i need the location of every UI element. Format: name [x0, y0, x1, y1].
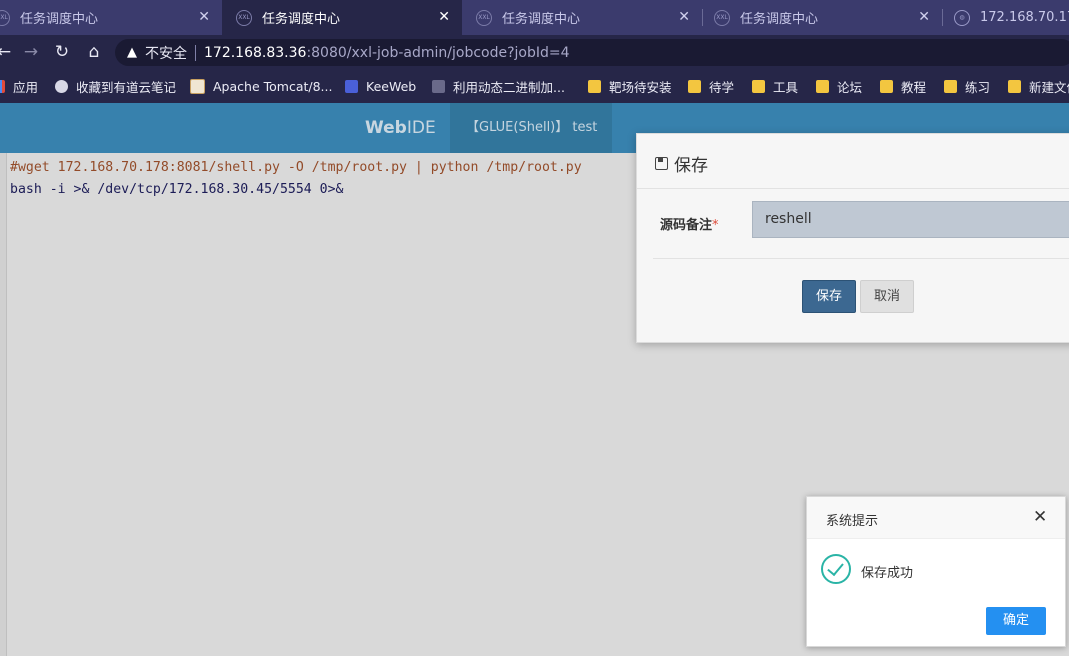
remark-input[interactable]: reshell	[752, 201, 1069, 238]
system-message-dialog: 系统提示 ✕ 保存成功 确定	[806, 496, 1066, 647]
browser-tab[interactable]: ◍ 172.168.70.178	[942, 0, 1069, 35]
home-icon[interactable]: ⌂	[82, 35, 106, 70]
globe-icon: ◍	[954, 9, 970, 26]
page-icon	[432, 80, 445, 93]
browser-tab[interactable]: XXL 任务调度中心 ✕	[462, 0, 702, 35]
dialog-title: 系统提示	[826, 514, 879, 529]
bookmark-folder[interactable]: 练习	[944, 70, 990, 103]
bookmark-label: 教程	[901, 80, 927, 95]
browser-tab-bar: XXL 任务调度中心 ✕ XXL 任务调度中心 ✕ XXL 任务调度中心 ✕ X…	[0, 0, 1069, 35]
warning-icon: ▲	[127, 45, 137, 60]
xxl-icon: XXL	[0, 9, 10, 26]
folder-icon	[588, 80, 601, 93]
back-arrow-icon[interactable]: ←	[0, 35, 16, 70]
browser-tab[interactable]: XXL 任务调度中心 ✕	[0, 0, 222, 35]
folder-icon	[816, 80, 829, 93]
bookmark-apps[interactable]: 应用	[0, 70, 38, 103]
save-icon	[655, 157, 668, 170]
save-button[interactable]: 保存	[802, 280, 856, 313]
bookmark-folder[interactable]: 新建文件	[1008, 70, 1069, 103]
tab-title: 任务调度中心	[262, 12, 341, 27]
address-bar[interactable]: ▲ 不安全 172.168.83.36 :8080/xxl-job-admin/…	[115, 39, 1069, 66]
divider	[637, 188, 1069, 189]
divider	[195, 44, 196, 61]
tab-close-icon[interactable]: ✕	[918, 9, 930, 25]
tomcat-icon	[190, 79, 205, 94]
tab-title: 任务调度中心	[20, 12, 99, 27]
bookmark-label: 工具	[773, 80, 799, 95]
folder-icon	[880, 80, 893, 93]
apps-icon	[0, 80, 5, 93]
bookmark-folder[interactable]: 靶场待安装	[588, 70, 672, 103]
bookmark-label: 应用	[13, 80, 39, 95]
close-icon[interactable]: ✕	[1033, 508, 1047, 526]
modal-title-text: 保存	[674, 156, 708, 176]
keeweb-icon	[345, 80, 358, 93]
confirm-button[interactable]: 确定	[986, 607, 1046, 635]
url-host: 172.168.83.36	[204, 44, 307, 61]
dialog-message: 保存成功	[861, 566, 914, 581]
security-label: 不安全	[145, 45, 187, 62]
bookmark-keeweb[interactable]: KeeWeb	[345, 70, 416, 103]
browser-toolbar: ← → ↻ ⌂ ▲ 不安全 172.168.83.36 :8080/xxl-jo…	[0, 35, 1069, 70]
tab-close-icon[interactable]: ✕	[198, 9, 210, 25]
bookmark-label: KeeWeb	[366, 79, 417, 94]
tab-title: 任务调度中心	[502, 12, 581, 27]
bookmark-folder[interactable]: 教程	[880, 70, 926, 103]
bookmark-label: 利用动态二进制加...	[453, 80, 565, 95]
bookmark-label: Apache Tomcat/8...	[213, 79, 333, 94]
browser-tab-active[interactable]: XXL 任务调度中心 ✕	[222, 0, 462, 35]
tab-title: 任务调度中心	[740, 12, 819, 27]
reload-icon[interactable]: ↻	[50, 35, 74, 70]
xxl-icon: XXL	[236, 9, 252, 26]
tab-title: 172.168.70.178	[980, 10, 1069, 25]
divider	[653, 258, 1069, 259]
folder-icon	[1008, 80, 1021, 93]
bookmark-tomcat[interactable]: Apache Tomcat/8...	[190, 70, 332, 103]
bookmarks-bar: 应用 收藏到有道云笔记 Apache Tomcat/8... KeeWeb 利用…	[0, 70, 1069, 103]
bookmark-folder[interactable]: 待学	[688, 70, 734, 103]
bookmark-folder[interactable]: 论坛	[816, 70, 862, 103]
folder-icon	[688, 80, 701, 93]
xxl-icon: XXL	[714, 9, 730, 26]
remark-label: 源码备注*	[660, 214, 719, 233]
bookmark-label: 收藏到有道云笔记	[76, 80, 177, 95]
bookmark-folder[interactable]: 工具	[752, 70, 798, 103]
modal-title: 保存	[655, 151, 708, 176]
forward-arrow-icon[interactable]: →	[19, 35, 43, 70]
bookmark-label: 靶场待安装	[609, 80, 672, 95]
save-modal: 保存 源码备注* reshell 保存 取消	[636, 133, 1069, 343]
bookmark-label: 练习	[965, 80, 991, 95]
folder-icon	[752, 80, 765, 93]
xxl-icon: XXL	[476, 9, 492, 26]
tab-close-icon[interactable]: ✕	[678, 9, 690, 25]
folder-icon	[944, 80, 957, 93]
bookmark-label: 新建文件	[1029, 80, 1069, 95]
remark-label-text: 源码备注	[660, 218, 713, 233]
success-check-icon	[821, 554, 851, 584]
browser-tab[interactable]: XXL 任务调度中心 ✕	[702, 0, 942, 35]
required-mark: *	[712, 218, 719, 233]
url-path: :8080/xxl-job-admin/jobcode?jobId=4	[306, 44, 570, 61]
bookmark-label: 论坛	[837, 80, 863, 95]
bookmark-page[interactable]: 利用动态二进制加...	[432, 70, 565, 103]
cancel-button[interactable]: 取消	[860, 280, 914, 313]
tab-close-icon[interactable]: ✕	[438, 9, 450, 25]
bookmark-label: 待学	[709, 80, 735, 95]
bookmark-youdao[interactable]: 收藏到有道云笔记	[55, 70, 176, 103]
youdao-icon	[55, 80, 68, 93]
